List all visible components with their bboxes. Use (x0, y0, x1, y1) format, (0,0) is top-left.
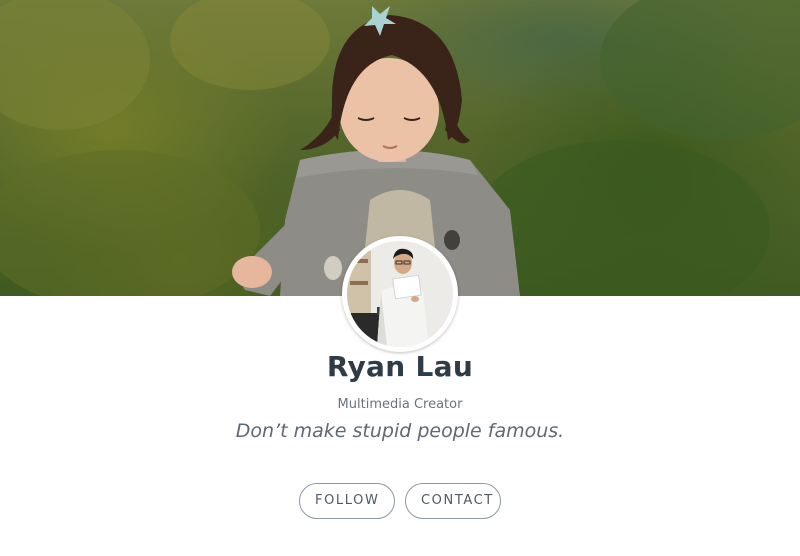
profile-name: Ryan Lau (326, 350, 474, 383)
profile-actions: FOLLOW CONTACT (0, 483, 800, 519)
avatar[interactable] (342, 236, 458, 352)
profile-card: Ryan Lau Multimedia Creator Don’t make s… (0, 0, 800, 556)
contact-button[interactable]: CONTACT (405, 483, 501, 519)
profile-tagline: Don’t make stupid people famous. (235, 420, 565, 442)
follow-button[interactable]: FOLLOW (299, 483, 395, 519)
avatar-photo (347, 241, 453, 347)
profile-role: Multimedia Creator (337, 397, 463, 412)
